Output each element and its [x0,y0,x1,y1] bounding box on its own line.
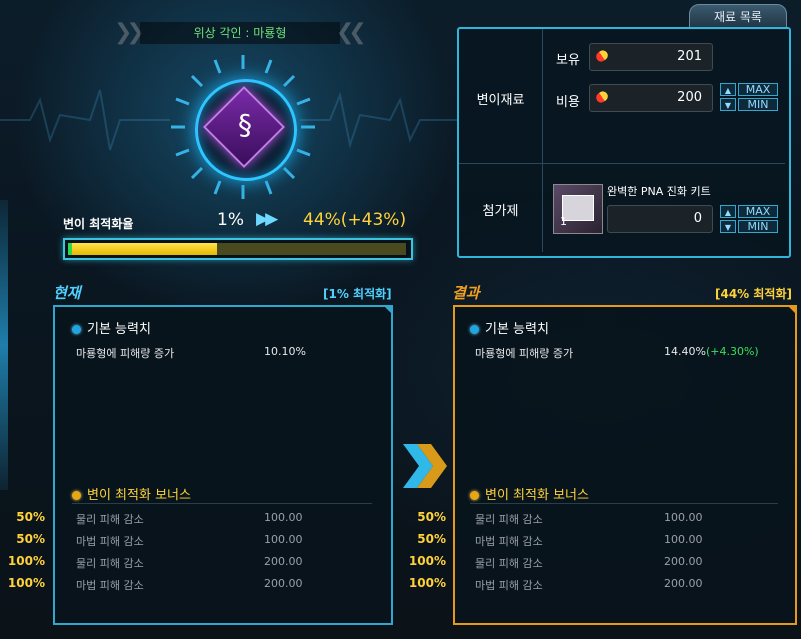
result-bonus-name: 마법 피해 감소 [475,535,543,548]
current-bonus-name: 물리 피해 감소 [76,513,144,526]
cost-max-button[interactable]: MAX [738,83,778,96]
result-base-stat-value: 14.40%(+4.30%) [664,345,759,358]
result-bonus-threshold: 100% [408,576,446,590]
current-base-title-text: 기본 능력치 [87,322,151,337]
cost-increase-button[interactable]: ▲ [720,83,736,96]
result-bonus-value: 200.00 [664,577,703,590]
material-divider-vertical [542,29,543,252]
current-bonus-threshold: 50% [16,510,45,524]
result-base-title: 기본 능력치 [470,318,549,337]
dna-helix-icon: § [238,108,252,141]
current-bonus-title-text: 변이 최적화 보너스 [87,488,191,503]
result-base-stat-value-text: 14.40% [664,345,706,358]
material-divider-horizontal [459,163,785,164]
left-chevron-icon: ❯❯ [114,20,145,45]
result-bonus-divider [470,503,778,504]
bonus-icon [72,491,81,500]
panel-corner [383,305,393,315]
additive-max-button[interactable]: MAX [738,205,778,218]
page-title: 위상 각인 : 마룡형 [140,22,340,44]
owned-label: 보유 [556,53,580,68]
panel-corner [787,305,797,315]
current-bonus-title: 변이 최적화 보너스 [72,484,191,503]
optimization-current: 1% [217,210,244,230]
current-bonus-value: 200.00 [264,555,303,568]
result-bonus-value: 100.00 [664,533,703,546]
cost-value: 200 [677,90,702,105]
progress-result-fill [68,243,217,255]
additive-min-button[interactable]: MIN [738,220,778,233]
additive-value: 0 [693,211,702,226]
current-bonus-value: 200.00 [264,577,303,590]
current-bonus-name: 물리 피해 감소 [76,557,144,570]
cost-min-button[interactable]: MIN [738,98,778,111]
right-chevron-icon: ❮❮ [336,20,367,45]
result-bonus-name: 물리 피해 감소 [475,513,543,526]
current-bonus-threshold: 100% [7,576,45,590]
bonus-icon [470,491,479,500]
result-bonus-threshold: 50% [417,532,446,546]
additive-increase-button[interactable]: ▲ [720,205,736,218]
material-pill-icon [594,48,610,64]
result-bonus-threshold: 100% [408,554,446,568]
current-bonus-threshold: 100% [7,554,45,568]
current-base-stat-name: 마룡형에 피해량 증가 [76,347,175,360]
current-base-stat-value: 10.10% [264,345,306,358]
additive-decrease-button[interactable]: ▼ [720,220,736,233]
pna-kit-icon[interactable]: 1 [553,184,603,234]
current-bonus-value: 100.00 [264,511,303,524]
double-arrow-icon: ▶▶ [256,209,278,229]
result-base-stat-name: 마룡형에 피해량 증가 [475,347,574,360]
result-bonus-name: 물리 피해 감소 [475,557,543,570]
transition-arrow-icon [403,440,449,492]
result-bonus-value: 200.00 [664,555,703,568]
result-bonus-value: 100.00 [664,511,703,524]
mutation-material-label: 변이재료 [476,93,525,108]
kit-count: 1 [560,215,567,228]
current-bonus-value: 100.00 [264,533,303,546]
current-bonus-threshold: 50% [16,532,45,546]
result-base-stat-delta: (+4.30%) [705,345,759,358]
result-bonus-name: 마법 피해 감소 [475,579,543,592]
current-bonus-divider [72,503,372,504]
result-bonus-title: 변이 최적화 보너스 [470,484,589,503]
material-pill-icon [594,89,610,105]
current-base-title: 기본 능력치 [72,318,151,337]
base-stat-icon [72,325,81,334]
additive-label: 첨가제 [482,204,519,219]
progress-current-fill [68,243,72,255]
current-header: 현재 [53,284,81,302]
optimization-result: 44%(+43%) [303,210,407,230]
current-bonus-name: 마법 피해 감소 [76,535,144,548]
cost-label: 비용 [556,95,580,110]
optimization-label: 변이 최적화율 [63,217,134,231]
owned-field: 201 [589,43,713,71]
current-tag: [1% 최적화] [323,287,392,301]
optimization-progress-bar [63,238,413,260]
cost-decrease-button[interactable]: ▼ [720,98,736,111]
result-base-title-text: 기본 능력치 [485,322,549,337]
result-bonus-title-text: 변이 최적화 보너스 [485,488,589,503]
result-bonus-threshold: 50% [417,510,446,524]
owned-value: 201 [677,49,702,64]
additive-item-name: 완벽한 PNA 진화 키트 [607,185,711,198]
current-bonus-name: 마법 피해 감소 [76,579,144,592]
additive-field[interactable]: 0 [607,205,713,233]
result-tag: [44% 최적화] [715,287,792,301]
cost-field[interactable]: 200 [589,84,713,112]
left-edge-glow [0,200,8,490]
base-stat-icon [470,325,479,334]
result-header: 결과 [452,284,480,302]
